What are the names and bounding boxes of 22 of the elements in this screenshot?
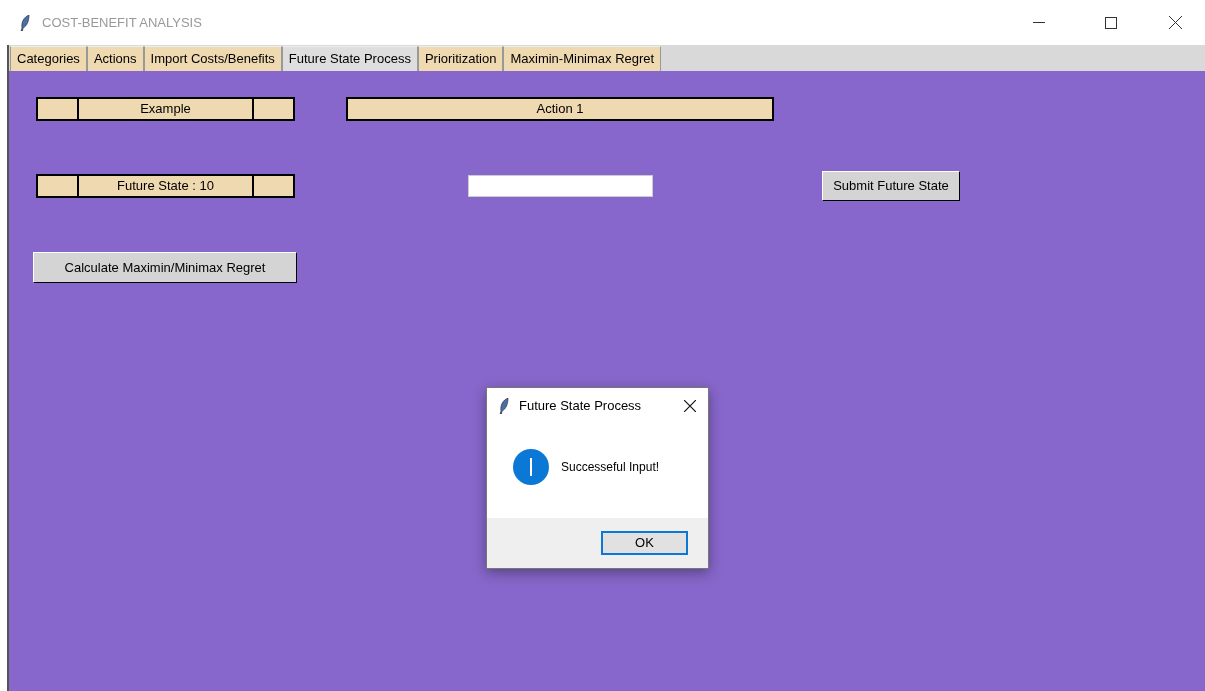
maximize-icon[interactable] bbox=[1105, 16, 1117, 29]
dialog-message: Successeful Input! bbox=[561, 458, 660, 476]
info-icon bbox=[513, 448, 549, 485]
close-icon[interactable] bbox=[1169, 16, 1182, 29]
tab[interactable]: Import Costs/Benefits bbox=[143, 46, 282, 71]
label-text: Example bbox=[139, 100, 192, 118]
tab[interactable]: Maximin-Minimax Regret bbox=[503, 46, 662, 71]
calculate-button[interactable]: Calculate Maximin/Minimax Regret bbox=[33, 252, 297, 283]
tab[interactable]: Actions bbox=[86, 46, 144, 71]
tab[interactable]: Future State Process bbox=[281, 46, 418, 71]
submit-button[interactable]: Submit Future State bbox=[822, 171, 960, 201]
ok-button[interactable]: OK bbox=[601, 531, 688, 555]
feather-icon bbox=[499, 398, 509, 414]
action-label: Action 1 bbox=[346, 97, 774, 121]
tab[interactable]: Prioritization bbox=[417, 46, 504, 71]
tab[interactable]: Categories bbox=[10, 46, 87, 71]
close-icon[interactable] bbox=[684, 400, 696, 412]
input-field[interactable] bbox=[468, 175, 653, 197]
feather-icon bbox=[20, 14, 30, 31]
dialog-title: Future State Process bbox=[519, 397, 643, 416]
label-text: Future State : 10 bbox=[116, 177, 215, 195]
window-title: COST-BENEFIT ANALYSIS bbox=[42, 13, 202, 32]
